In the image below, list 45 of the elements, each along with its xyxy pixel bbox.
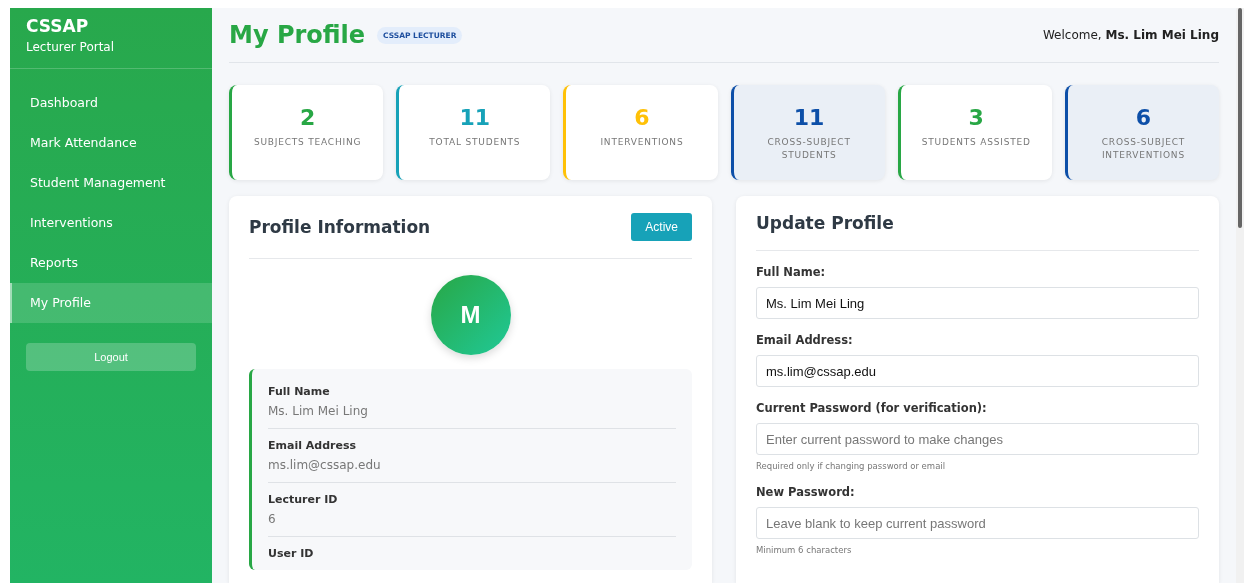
field-hint: Minimum 6 characters: [756, 545, 853, 555]
input-field[interactable]: Leave blank to keep current password: [756, 507, 1199, 539]
nav-item[interactable]: Interventions: [10, 203, 212, 243]
info-label: Full Name: [268, 385, 331, 398]
field-label: Current Password (for verification):: [756, 401, 988, 415]
panel-title: Profile Information: [249, 217, 431, 237]
avatar: M: [430, 275, 511, 355]
nav-item[interactable]: Student Management: [10, 163, 212, 203]
stat-label: INTERVENTIONS: [600, 136, 684, 149]
info-value: ms.lim@cssap.edu: [268, 458, 382, 472]
stat-value: 11: [459, 105, 491, 130]
nav-item[interactable]: My Profile: [10, 283, 212, 323]
logout-button[interactable]: Logout: [26, 343, 196, 371]
welcome-text: Welcome, Ms. Lim Mei Ling: [1042, 28, 1219, 42]
input-field[interactable]: ms.lim@cssap.edu: [756, 355, 1199, 387]
field-label: Full Name:: [756, 265, 827, 279]
field-label: New Password:: [756, 485, 856, 499]
stat-label: SUBJECTS TEACHING: [253, 136, 362, 149]
info-value: Ms. Lim Mei Ling: [268, 404, 369, 418]
info-value: 6: [268, 512, 277, 526]
stat-label: CROSS-SUBJECT STUDENTS: [766, 136, 852, 162]
field-label: Email Address:: [756, 333, 854, 347]
stat-label: CROSS-SUBJECT INTERVENTIONS: [1100, 136, 1187, 162]
scrollbar-thumb[interactable]: [1238, 8, 1242, 228]
panel-title: Update Profile: [756, 213, 894, 233]
stat-label: TOTAL STUDENTS: [429, 136, 521, 149]
stat-value: 2: [299, 105, 316, 130]
stat-label: STUDENTS ASSISTED: [921, 136, 1031, 149]
stat-value: 6: [1135, 105, 1152, 130]
nav-item[interactable]: Dashboard: [10, 83, 212, 123]
input-field[interactable]: Enter current password to make changes: [756, 423, 1199, 455]
input-field[interactable]: Ms. Lim Mei Ling: [756, 287, 1199, 319]
nav-item[interactable]: Mark Attendance: [10, 123, 212, 163]
page-title: My Profile: [229, 21, 366, 49]
stat-value: 6: [634, 105, 650, 130]
stat-value: 3: [968, 105, 984, 130]
info-label: User ID: [268, 547, 315, 560]
status-badge: Active: [631, 213, 692, 241]
brand-name: CSSAP: [26, 16, 90, 36]
stat-value: 11: [793, 105, 825, 130]
info-label: Email Address: [268, 439, 357, 452]
brand-subtitle: Lecturer Portal: [26, 40, 116, 54]
info-label: Lecturer ID: [268, 493, 339, 506]
nav-item[interactable]: Reports: [10, 243, 212, 283]
field-hint: Required only if changing password or email: [756, 461, 947, 471]
